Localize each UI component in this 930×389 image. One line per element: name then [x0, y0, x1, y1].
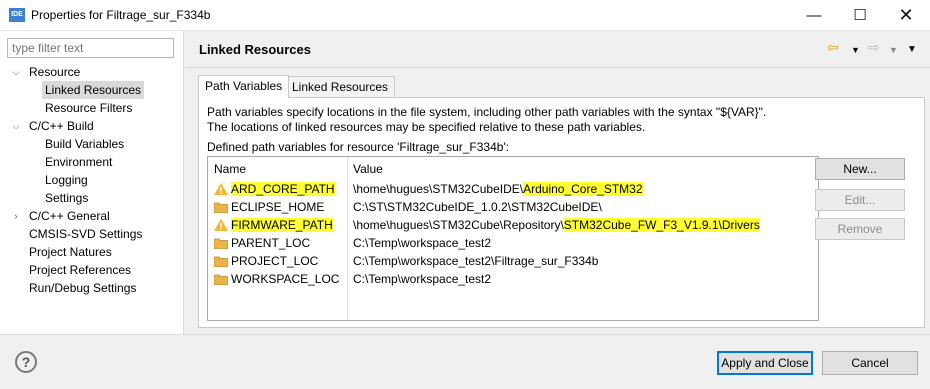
ide-app-icon: IDE — [9, 8, 25, 22]
tree-item-resource-filters[interactable]: Resource Filters — [45, 99, 132, 117]
table-row[interactable]: PROJECT_LOC C:\Temp\workspace_test2\Filt… — [208, 253, 818, 271]
value-highlight: STM32Cube_FW_F3_V1.9.1\Drivers — [563, 218, 760, 232]
filter-input[interactable] — [7, 38, 174, 58]
remove-button[interactable]: Remove — [815, 218, 905, 240]
variable-name: ARD_CORE_PATH — [231, 182, 335, 196]
column-header-value[interactable]: Value — [353, 162, 383, 176]
variable-name: ECLIPSE_HOME — [231, 200, 325, 214]
variable-name: PARENT_LOC — [231, 236, 311, 250]
minimize-button[interactable]: — — [791, 0, 837, 31]
tree-item-build-variables[interactable]: Build Variables — [45, 135, 124, 153]
back-menu-icon[interactable]: ▼ — [851, 42, 860, 58]
tree-item-cmsis-svd-settings[interactable]: CMSIS-SVD Settings — [29, 225, 142, 243]
header-divider — [185, 67, 930, 68]
column-header-name[interactable]: Name — [214, 162, 246, 176]
view-menu-icon[interactable]: ▼ — [907, 42, 917, 58]
property-page: Linked Resources ⇦ ▼ ⇨ ▼ ▼ Path Variable… — [185, 31, 930, 334]
tab-path-variables[interactable]: Path Variables — [198, 75, 290, 98]
folder-icon — [214, 256, 228, 267]
apply-and-close-button[interactable]: Apply and Close — [717, 351, 813, 375]
folder-icon — [214, 274, 228, 285]
path-variables-table[interactable]: Name Value ARD_CORE_PATH \home\hugues\ST… — [207, 156, 819, 321]
table-row[interactable]: ECLIPSE_HOME C:\ST\STM32CubeIDE_1.0.2\ST… — [208, 199, 818, 217]
folder-icon — [214, 202, 228, 213]
edit-button[interactable]: Edit... — [815, 189, 905, 211]
warning-icon — [214, 219, 228, 231]
tree-item-resource[interactable]: Resource — [29, 63, 80, 81]
title-bar: IDE Properties for Filtrage_sur_F334b — … — [0, 0, 930, 31]
page-title: Linked Resources — [199, 42, 311, 57]
variable-value: C:\Temp\workspace_test2 — [353, 272, 492, 286]
path-variables-panel: Path variables specify locations in the … — [198, 97, 925, 328]
table-row[interactable]: FIRMWARE_PATH \home\hugues\STM32Cube\Rep… — [208, 217, 818, 235]
maximize-button[interactable]: ☐ — [837, 0, 883, 31]
variable-value: \home\hugues\STM32CubeIDE\Arduino_Core_S… — [353, 182, 643, 196]
help-icon[interactable]: ? — [15, 351, 37, 373]
forward-menu-icon[interactable]: ▼ — [889, 42, 898, 58]
table-row[interactable]: PARENT_LOC C:\Temp\workspace_test2 — [208, 235, 818, 253]
variable-value: C:\Temp\workspace_test2\Filtrage_sur_F33… — [353, 254, 599, 268]
collapse-icon[interactable]: ⌵ — [11, 63, 21, 81]
variable-name: PROJECT_LOC — [231, 254, 319, 268]
tree-item-project-natures[interactable]: Project Natures — [29, 243, 112, 261]
value-highlight: Arduino_Core_STM32 — [523, 182, 643, 196]
expand-icon[interactable]: › — [11, 207, 21, 225]
forward-arrow-icon[interactable]: ⇨ — [868, 39, 880, 55]
value-path: \home\hugues\STM32Cube\Repository\ — [353, 218, 564, 232]
tree-item-logging[interactable]: Logging — [45, 171, 88, 189]
folder-icon — [214, 238, 228, 249]
new-button[interactable]: New... — [815, 158, 905, 180]
warning-icon — [214, 183, 228, 195]
variable-name: FIRMWARE_PATH — [231, 218, 333, 232]
table-row[interactable]: ARD_CORE_PATH \home\hugues\STM32CubeIDE\… — [208, 181, 818, 199]
close-button[interactable]: ✕ — [883, 0, 929, 31]
description-line-1: Path variables specify locations in the … — [207, 105, 767, 119]
tree-item-run-debug-settings[interactable]: Run/Debug Settings — [29, 279, 136, 297]
collapse-icon[interactable]: ⌵ — [11, 117, 21, 135]
defined-variables-label: Defined path variables for resource 'Fil… — [207, 140, 510, 154]
dialog-footer: ? Apply and Close Cancel — [0, 334, 930, 389]
tab-linked-resources[interactable]: Linked Resources — [285, 76, 396, 97]
tree-item-settings[interactable]: Settings — [45, 189, 88, 207]
variable-value: \home\hugues\STM32Cube\Repository\STM32C… — [353, 218, 760, 232]
tree-item-project-references[interactable]: Project References — [29, 261, 131, 279]
variable-name: WORKSPACE_LOC — [231, 272, 340, 286]
window-title: Properties for Filtrage_sur_F334b — [31, 8, 211, 22]
tree-item-environment[interactable]: Environment — [45, 153, 112, 171]
cancel-button[interactable]: Cancel — [822, 351, 918, 375]
variable-value: C:\ST\STM32CubeIDE_1.0.2\STM32CubeIDE\ — [353, 200, 602, 214]
table-row[interactable]: WORKSPACE_LOC C:\Temp\workspace_test2 — [208, 271, 818, 289]
tree-item-linked-resources[interactable]: Linked Resources — [42, 81, 145, 99]
back-arrow-icon[interactable]: ⇦ — [827, 39, 839, 55]
value-path: \home\hugues\STM32CubeIDE\ — [353, 182, 524, 196]
variable-value: C:\Temp\workspace_test2 — [353, 236, 492, 250]
property-tree-pane: ⌵ Resource Linked Resources Resource Fil… — [0, 31, 184, 334]
description-line-2: The locations of linked resources may be… — [207, 120, 646, 134]
tree-item-cpp-general[interactable]: C/C++ General — [29, 207, 110, 225]
tree-item-cpp-build[interactable]: C/C++ Build — [29, 117, 94, 135]
